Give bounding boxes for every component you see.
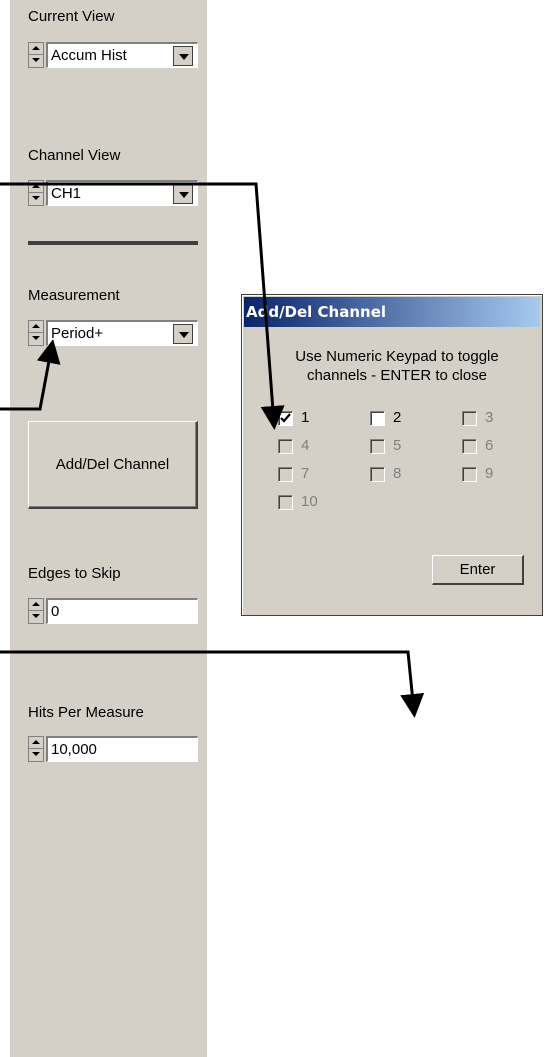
arrow-channel-view-to-channel-1 (0, 182, 285, 430)
arrow-to-hits-per-measure (0, 650, 425, 718)
annotation-arrows (0, 182, 425, 718)
arrow-to-measurement (0, 339, 61, 411)
